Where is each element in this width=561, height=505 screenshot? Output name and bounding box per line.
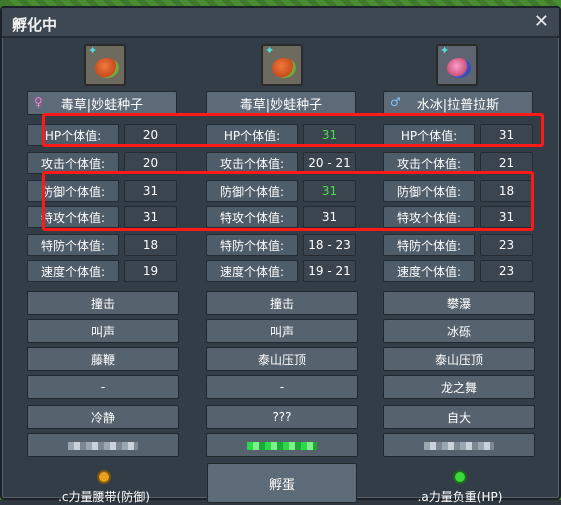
- held-item-label: .a力量负重(HP): [417, 490, 503, 504]
- female-icon: ♀: [34, 95, 43, 109]
- hatch-button[interactable]: 孵蛋: [207, 463, 357, 503]
- stat-value: 23: [480, 234, 533, 256]
- hidden-ability-bar: [206, 433, 358, 457]
- bulbasaur-icon: ✦: [261, 44, 303, 86]
- stat-label: 特防个体值:: [27, 234, 119, 256]
- pokemon-name: 水冰|拉普拉斯: [416, 97, 500, 113]
- move-button[interactable]: 泰山压顶: [206, 347, 358, 371]
- annotation-box-hp: [42, 113, 544, 147]
- held-item-label: .c力量腰带(防御): [58, 490, 150, 504]
- title-bar: 孵化中 ✕: [2, 8, 559, 38]
- stat-value: 23: [480, 260, 533, 282]
- stat-label: 速度个体值:: [383, 260, 475, 282]
- stat-value: 19 - 21: [303, 260, 356, 282]
- stat-value: 18: [124, 234, 177, 256]
- power-weight-icon: [453, 470, 467, 484]
- pokemon-name-bar[interactable]: ♂ 水冰|拉普拉斯: [383, 91, 533, 115]
- hidden-ability-bar: [383, 433, 535, 457]
- nature-button[interactable]: ???: [206, 405, 358, 429]
- pixelated-mosaic: [68, 442, 138, 450]
- move-button[interactable]: 叫声: [206, 319, 358, 343]
- stat-row-speed: 速度个体值: 19 - 21: [206, 260, 363, 282]
- pokemon-name-bar[interactable]: ♀ 毒草|妙蛙种子: [27, 91, 177, 115]
- move-button[interactable]: 撞击: [27, 291, 179, 315]
- window-title: 孵化中: [12, 16, 58, 34]
- stat-label: 速度个体值:: [27, 260, 119, 282]
- stat-value: 18 - 23: [303, 234, 356, 256]
- stat-label: 特防个体值:: [383, 234, 475, 256]
- stat-label: 速度个体值:: [206, 260, 298, 282]
- nature-button[interactable]: 冷静: [27, 405, 179, 429]
- stat-row-spdef: 特防个体值: 23: [383, 234, 540, 256]
- lapras-icon: ✦: [436, 44, 478, 86]
- power-belt-icon: [97, 470, 111, 484]
- close-icon[interactable]: ✕: [534, 11, 549, 32]
- pixelated-mosaic: [424, 442, 494, 450]
- hidden-ability-bar: [27, 433, 179, 457]
- move-button[interactable]: 泰山压顶: [383, 347, 535, 371]
- move-button[interactable]: 撞击: [206, 291, 358, 315]
- annotation-box-def-spatk: [42, 171, 534, 231]
- nature-button[interactable]: 自大: [383, 405, 535, 429]
- move-button[interactable]: -: [27, 375, 179, 399]
- move-button[interactable]: -: [206, 375, 358, 399]
- pokemon-name: 毒草|妙蛙种子: [239, 97, 323, 113]
- pokemon-name-bar[interactable]: 毒草|妙蛙种子: [206, 91, 356, 115]
- male-icon: ♂: [390, 95, 401, 109]
- stat-row-spdef: 特防个体值: 18 - 23: [206, 234, 363, 256]
- pokemon-name: 毒草|妙蛙种子: [60, 97, 144, 113]
- stat-row-speed: 速度个体值: 23: [383, 260, 540, 282]
- breeding-window: 孵化中 ✕ ✦ ♀ 毒草|妙蛙种子 HP个体值: 20 攻击个体值: 20 防御个体…: [0, 6, 561, 504]
- stat-row-speed: 速度个体值: 19: [27, 260, 184, 282]
- stat-value: 19: [124, 260, 177, 282]
- stat-row-spdef: 特防个体值: 18: [27, 234, 184, 256]
- move-button[interactable]: 龙之舞: [383, 375, 535, 399]
- move-button[interactable]: 叫声: [27, 319, 179, 343]
- pixelated-mosaic: [247, 442, 317, 450]
- move-button[interactable]: 攀瀑: [383, 291, 535, 315]
- move-button[interactable]: 冰砾: [383, 319, 535, 343]
- bulbasaur-icon: ✦: [84, 44, 126, 86]
- move-button[interactable]: 藤鞭: [27, 347, 179, 371]
- stat-label: 特防个体值:: [206, 234, 298, 256]
